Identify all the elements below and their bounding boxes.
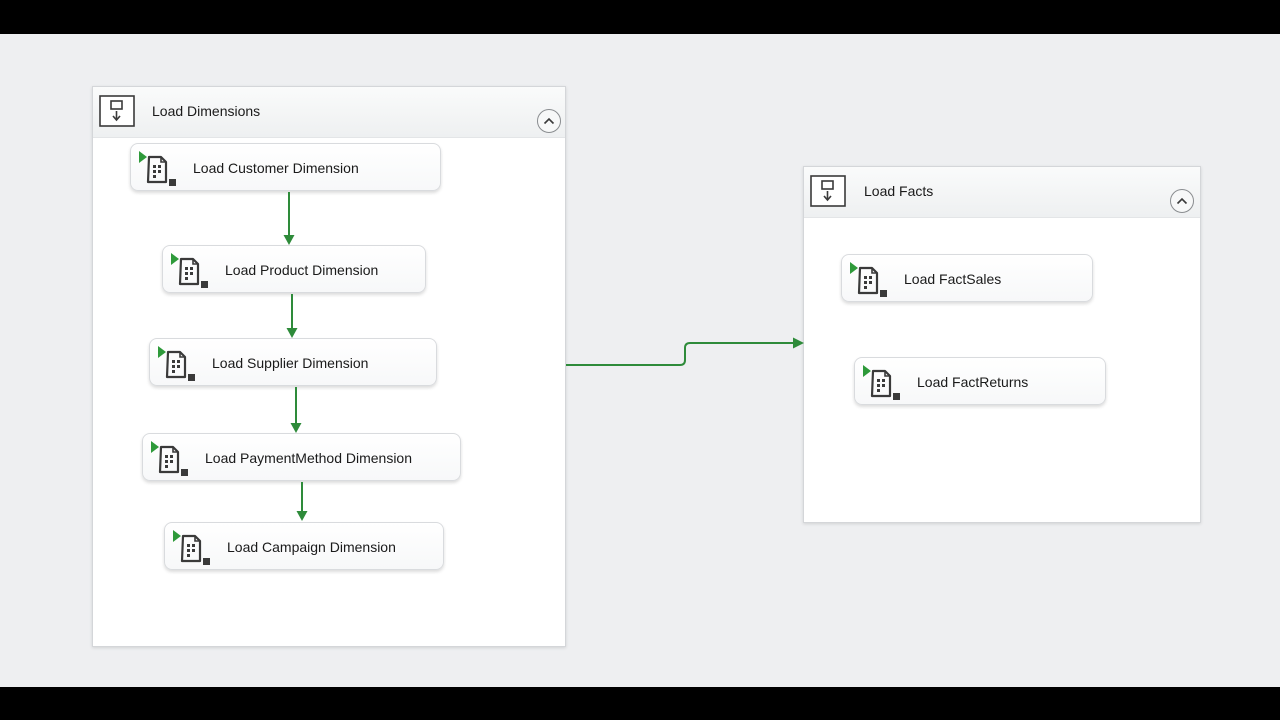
sequence-container-icon xyxy=(99,95,135,127)
chevron-up-icon xyxy=(543,117,555,125)
data-flow-task-icon xyxy=(170,253,212,289)
task-load-factreturns[interactable]: Load FactReturns xyxy=(854,357,1106,405)
task-load-customer-dimension[interactable]: Load Customer Dimension xyxy=(130,143,441,191)
task-label: Load Product Dimension xyxy=(225,262,379,278)
task-load-product-dimension[interactable]: Load Product Dimension xyxy=(162,245,426,293)
chevron-up-icon xyxy=(1176,197,1188,205)
data-flow-task-icon xyxy=(849,262,891,298)
sequence-container-icon xyxy=(810,175,846,207)
task-label: Load Campaign Dimension xyxy=(227,539,396,555)
task-label: Load PaymentMethod Dimension xyxy=(205,450,413,466)
container-load-facts[interactable]: Load Facts Load FactSales Load FactRetur… xyxy=(803,166,1201,523)
collapse-button[interactable] xyxy=(537,109,561,133)
task-label: Load Supplier Dimension xyxy=(212,355,369,371)
data-flow-task-icon xyxy=(862,365,904,401)
data-flow-task-icon xyxy=(138,151,180,187)
container-load-dimensions[interactable]: Load Dimensions Load Customer Dimension … xyxy=(92,86,566,647)
collapse-button[interactable] xyxy=(1170,189,1194,213)
data-flow-task-icon xyxy=(157,346,199,382)
task-label: Load FactSales xyxy=(904,271,1002,287)
task-label: Load FactReturns xyxy=(917,374,1029,390)
data-flow-task-icon xyxy=(172,530,214,566)
task-load-factsales[interactable]: Load FactSales xyxy=(841,254,1093,302)
task-load-supplier-dimension[interactable]: Load Supplier Dimension xyxy=(149,338,437,386)
connector-dimensions-facts xyxy=(566,342,794,366)
container-title: Load Facts xyxy=(864,183,934,199)
task-label: Load Customer Dimension xyxy=(193,160,359,176)
task-load-campaign-dimension[interactable]: Load Campaign Dimension xyxy=(164,522,444,570)
container-header[interactable]: Load Dimensions xyxy=(93,87,565,138)
designer-canvas[interactable]: Load Dimensions Load Customer Dimension … xyxy=(0,34,1280,687)
data-flow-task-icon xyxy=(150,441,192,477)
task-load-paymentmethod-dimension[interactable]: Load PaymentMethod Dimension xyxy=(142,433,461,481)
container-header[interactable]: Load Facts xyxy=(804,167,1200,218)
container-title: Load Dimensions xyxy=(152,103,261,119)
